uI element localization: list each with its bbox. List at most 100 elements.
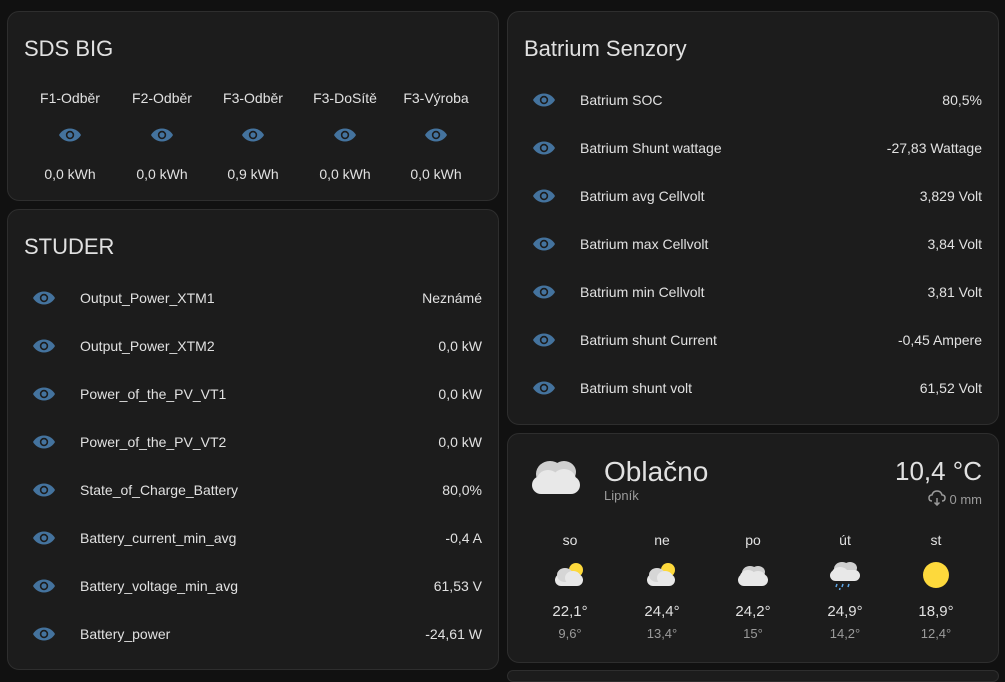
eye-icon: [32, 386, 56, 402]
sds-col-label: F2-Odběr: [132, 90, 192, 106]
entity-name: Batrium shunt volt: [580, 380, 693, 396]
entity-value: 3,829 Volt: [919, 188, 982, 204]
entity-value: -24,61 W: [425, 626, 482, 642]
entity-name: Batrium shunt Current: [580, 332, 717, 348]
sds-col-f1-odber[interactable]: F1-Odběr 0,0 kWh: [24, 88, 116, 184]
eye-icon: [532, 92, 556, 108]
entity-row-batrium-shunt-current[interactable]: Batrium shunt Current -0,45 Ampere: [508, 316, 998, 364]
forecast-day: po 24,2° 15°: [718, 530, 788, 643]
entity-row-power-pv-vt2[interactable]: Power_of_the_PV_VT2 0,0 kW: [8, 418, 498, 466]
weather-location: Lipník: [604, 488, 639, 503]
sds-col-label: F1-Odběr: [40, 90, 100, 106]
entity-name: Batrium SOC: [580, 92, 663, 108]
next-card-edge: [507, 670, 999, 682]
forecast-day-label: st: [930, 532, 942, 548]
sds-col-value: 0,9 kWh: [227, 166, 279, 182]
forecast-low: 12,4°: [920, 626, 952, 641]
entity-row-batrium-shunt-volt[interactable]: Batrium shunt volt 61,52 Volt: [508, 364, 998, 412]
eye-icon: [424, 127, 448, 143]
eye-icon: [58, 127, 82, 143]
entity-value: 61,53 V: [433, 578, 482, 594]
forecast-high: 24,2°: [735, 603, 771, 620]
eye-icon: [32, 482, 56, 498]
entity-row-batrium-soc[interactable]: Batrium SOC 80,5%: [508, 76, 998, 124]
entity-name: Batrium min Cellvolt: [580, 284, 705, 300]
entity-value: -27,83 Wattage: [886, 140, 982, 156]
entity-row-power-pv-vt1[interactable]: Power_of_the_PV_VT1 0,0 kW: [8, 370, 498, 418]
entity-name: Power_of_the_PV_VT2: [80, 434, 227, 450]
sds-col-f3-dosite[interactable]: F3-DoSítě 0,0 kWh: [299, 88, 391, 184]
entity-name: State_of_Charge_Battery: [80, 482, 238, 498]
weather-precipitation: 0 mm: [927, 490, 982, 509]
rainy-icon: [810, 558, 880, 592]
entity-row-state-of-charge[interactable]: State_of_Charge_Battery 80,0%: [8, 466, 498, 514]
sds-col-label: F3-Výroba: [403, 90, 469, 106]
entity-value: 80,5%: [942, 92, 982, 108]
sds-col-f3-vyroba[interactable]: F3-Výroba 0,0 kWh: [390, 88, 482, 184]
entity-value: 61,52 Volt: [919, 380, 982, 396]
entity-value: Neznámé: [422, 290, 482, 306]
entity-row-batrium-max-cellvolt[interactable]: Batrium max Cellvolt 3,84 Volt: [508, 220, 998, 268]
eye-icon: [32, 578, 56, 594]
partly-cloudy-icon: [627, 558, 697, 592]
entity-value: 3,81 Volt: [927, 284, 983, 300]
forecast-day: st 18,9° 12,4°: [901, 530, 971, 643]
cloudy-icon: [526, 452, 586, 505]
entity-row-batrium-avg-cellvolt[interactable]: Batrium avg Cellvolt 3,829 Volt: [508, 172, 998, 220]
forecast-high: 22,1°: [552, 603, 588, 620]
entity-value: 80,0%: [442, 482, 482, 498]
entity-value: 0,0 kW: [438, 386, 482, 402]
entity-value: 3,84 Volt: [927, 236, 983, 252]
entity-name: Batrium max Cellvolt: [580, 236, 709, 252]
entity-name: Output_Power_XTM2: [80, 338, 215, 354]
entity-row-battery-power[interactable]: Battery_power -24,61 W: [8, 610, 498, 658]
forecast-high: 24,4°: [644, 603, 680, 620]
entity-name: Batrium avg Cellvolt: [580, 188, 705, 204]
partly-cloudy-icon: [535, 558, 605, 592]
forecast-day-label: ne: [654, 532, 670, 548]
entity-row-batrium-min-cellvolt[interactable]: Batrium min Cellvolt 3,81 Volt: [508, 268, 998, 316]
forecast-high: 18,9°: [918, 603, 954, 620]
entity-row-battery-voltage[interactable]: Battery_voltage_min_avg 61,53 V: [8, 562, 498, 610]
weather-card[interactable]: Oblačno Lipník 10,4 °C 0 mm so 22,1° 9,6…: [507, 433, 999, 663]
eye-icon: [532, 236, 556, 252]
entity-row-output-power-xtm2[interactable]: Output_Power_XTM2 0,0 kW: [8, 322, 498, 370]
sds-col-label: F3-Odběr: [223, 90, 283, 106]
entity-name: Batrium Shunt wattage: [580, 140, 722, 156]
sds-col-value: 0,0 kWh: [410, 166, 462, 182]
precipitation-icon: [927, 490, 946, 509]
eye-icon: [32, 338, 56, 354]
eye-icon: [532, 284, 556, 300]
entity-name: Battery_power: [80, 626, 171, 642]
sds-col-f2-odber[interactable]: F2-Odběr 0,0 kWh: [116, 88, 208, 184]
eye-icon: [32, 626, 56, 642]
entity-row-battery-current[interactable]: Battery_current_min_avg -0,4 A: [8, 514, 498, 562]
sds-col-value: 0,0 kWh: [136, 166, 188, 182]
sds-col-f3-odber[interactable]: F3-Odběr 0,9 kWh: [207, 88, 299, 184]
forecast-low: 15°: [743, 626, 763, 641]
entity-value: -0,45 Ampere: [897, 332, 982, 348]
entity-name: Battery_current_min_avg: [80, 530, 237, 546]
forecast-day-label: út: [839, 532, 851, 548]
cloudy-icon: [718, 558, 788, 592]
eye-icon: [532, 332, 556, 348]
forecast-low: 9,6°: [558, 626, 582, 641]
entity-name: Output_Power_XTM1: [80, 290, 215, 306]
sds-col-value: 0,0 kWh: [44, 166, 96, 182]
entity-row-batrium-shunt-wattage[interactable]: Batrium Shunt wattage -27,83 Wattage: [508, 124, 998, 172]
forecast-day: so 22,1° 9,6°: [535, 530, 605, 643]
eye-icon: [241, 127, 265, 143]
forecast-day-label: so: [562, 532, 578, 548]
forecast-low: 13,4°: [646, 626, 678, 641]
entity-name: Power_of_the_PV_VT1: [80, 386, 227, 402]
forecast-day: ne 24,4° 13,4°: [627, 530, 697, 643]
forecast-day-label: po: [745, 532, 761, 548]
entity-row-output-power-xtm1[interactable]: Output_Power_XTM1 Neznámé: [8, 274, 498, 322]
eye-icon: [32, 434, 56, 450]
eye-icon: [150, 127, 174, 143]
batrium-title: Batrium Senzory: [524, 36, 687, 61]
sds-big-title: SDS BIG: [24, 36, 114, 61]
sds-col-label: F3-DoSítě: [313, 90, 377, 106]
batrium-card: Batrium Senzory Batrium SOC 80,5% Batriu…: [507, 11, 999, 425]
eye-icon: [32, 530, 56, 546]
